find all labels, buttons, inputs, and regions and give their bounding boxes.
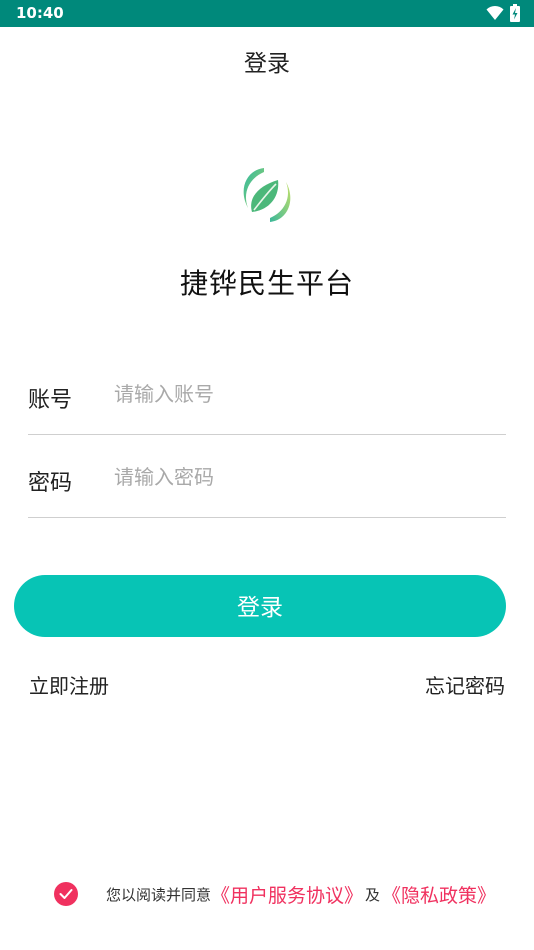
page-title: 登录 xyxy=(244,51,290,77)
account-field: 账号 xyxy=(28,354,506,435)
password-input[interactable] xyxy=(114,457,494,497)
agreement-checkbox[interactable] xyxy=(54,882,78,906)
app-name: 捷铧民生平台 xyxy=(179,267,354,300)
agreement-prefix: 您以阅读并同意 xyxy=(106,885,212,904)
agreement-row: 您以阅读并同意 《用户服务协议》 及 《隐私政策》 xyxy=(54,880,496,908)
status-time: 10:40 xyxy=(16,4,64,22)
agreement-and: 及 xyxy=(365,885,381,904)
account-label: 账号 xyxy=(28,388,73,413)
wifi-icon xyxy=(486,5,504,20)
forgot-password-link[interactable]: 忘记密码 xyxy=(425,670,505,699)
terms-link[interactable]: 《用户服务协议》 xyxy=(211,881,363,908)
check-icon xyxy=(59,889,73,899)
register-link[interactable]: 立即注册 xyxy=(29,670,109,699)
leaf-logo xyxy=(243,168,291,222)
privacy-link[interactable]: 《隐私政策》 xyxy=(382,881,496,908)
account-input[interactable] xyxy=(114,374,494,414)
login-button[interactable]: 登录 xyxy=(14,575,506,637)
password-field: 密码 xyxy=(28,437,506,518)
password-label: 密码 xyxy=(28,471,73,496)
status-bar: 10:40 xyxy=(0,0,534,27)
battery-charging-icon xyxy=(510,4,520,22)
status-icons xyxy=(486,4,520,22)
